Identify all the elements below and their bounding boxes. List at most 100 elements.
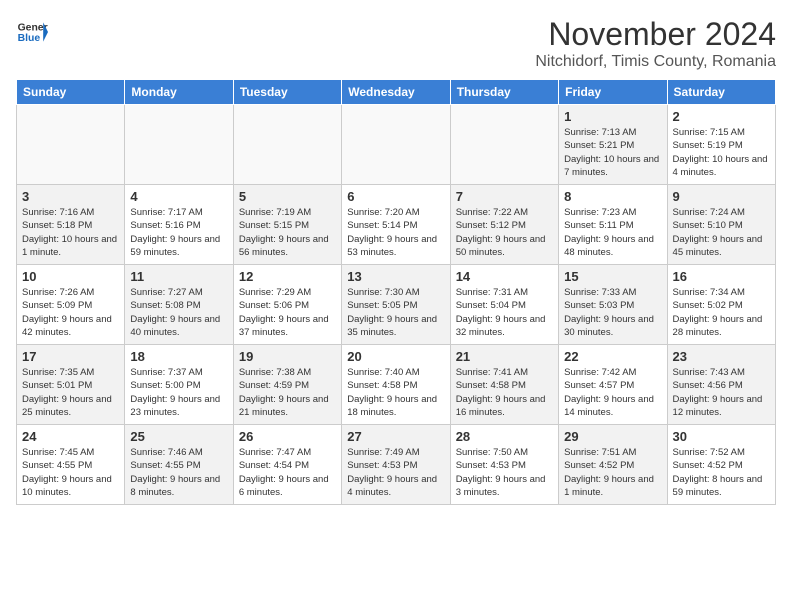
calendar-cell: 30 Sunrise: 7:52 AM Sunset: 4:52 PM Dayli…: [667, 425, 775, 505]
day-number: 12: [239, 269, 336, 284]
day-info: Sunrise: 7:42 AM Sunset: 4:57 PM Dayligh…: [564, 366, 661, 419]
day-number: 21: [456, 349, 553, 364]
calendar-cell: [125, 105, 233, 185]
calendar-cell: [233, 105, 341, 185]
day-info: Sunrise: 7:40 AM Sunset: 4:58 PM Dayligh…: [347, 366, 444, 419]
calendar-week-2: 3Sunrise: 7:16 AM Sunset: 5:18 PM Daylig…: [17, 185, 776, 265]
header-day-sunday: Sunday: [17, 80, 125, 105]
day-number: 24: [22, 429, 119, 444]
day-info: Sunrise: 7:35 AM Sunset: 5:01 PM Dayligh…: [22, 366, 119, 419]
day-info: Sunrise: 7:31 AM Sunset: 5:04 PM Dayligh…: [456, 286, 553, 339]
day-number: 20: [347, 349, 444, 364]
header-day-thursday: Thursday: [450, 80, 558, 105]
calendar-cell: 28Sunrise: 7:50 AM Sunset: 4:53 PM Dayli…: [450, 425, 558, 505]
logo-icon: General Blue: [16, 16, 48, 48]
day-info: Sunrise: 7:17 AM Sunset: 5:16 PM Dayligh…: [130, 206, 227, 259]
location-title: Nitchidorf, Timis County, Romania: [535, 53, 776, 71]
header-day-monday: Monday: [125, 80, 233, 105]
day-number: 26: [239, 429, 336, 444]
calendar-cell: [450, 105, 558, 185]
calendar-cell: 14 Sunrise: 7:31 AM Sunset: 5:04 PM Dayli…: [450, 265, 558, 345]
calendar-cell: 4 Sunrise: 7:17 AM Sunset: 5:16 PM Daylig…: [125, 185, 233, 265]
calendar-cell: 17 Sunrise: 7:35 AM Sunset: 5:01 PM Dayli…: [17, 345, 125, 425]
day-info: Sunrise: 7:33 AM Sunset: 5:03 PM Dayligh…: [564, 286, 661, 339]
day-info: Sunrise: 7:15 AM Sunset: 5:19 PM Dayligh…: [673, 126, 770, 179]
calendar-cell: 6 Sunrise: 7:20 AM Sunset: 5:14 PM Daylig…: [342, 185, 450, 265]
calendar-cell: 15 Sunrise: 7:33 AM Sunset: 5:03 PM Dayli…: [559, 265, 667, 345]
day-info: Sunrise: 7:26 AM Sunset: 5:09 PM Dayligh…: [22, 286, 119, 339]
day-info: Sunrise: 7:13 AM Sunset: 5:21 PM Dayligh…: [564, 126, 661, 179]
calendar-cell: 19Sunrise: 7:38 AM Sunset: 4:59 PM Dayli…: [233, 345, 341, 425]
calendar-cell: 3Sunrise: 7:16 AM Sunset: 5:18 PM Daylig…: [17, 185, 125, 265]
day-number: 7: [456, 189, 553, 204]
day-info: Sunrise: 7:52 AM Sunset: 4:52 PM Dayligh…: [673, 446, 770, 499]
header-day-wednesday: Wednesday: [342, 80, 450, 105]
day-number: 14: [456, 269, 553, 284]
day-info: Sunrise: 7:30 AM Sunset: 5:05 PM Dayligh…: [347, 286, 444, 339]
header: General Blue November 2024 Nitchidorf, T…: [16, 16, 776, 71]
calendar-cell: 29Sunrise: 7:51 AM Sunset: 4:52 PM Dayli…: [559, 425, 667, 505]
header-day-tuesday: Tuesday: [233, 80, 341, 105]
day-info: Sunrise: 7:20 AM Sunset: 5:14 PM Dayligh…: [347, 206, 444, 259]
day-info: Sunrise: 7:38 AM Sunset: 4:59 PM Dayligh…: [239, 366, 336, 419]
calendar-week-5: 24Sunrise: 7:45 AM Sunset: 4:55 PM Dayli…: [17, 425, 776, 505]
month-title: November 2024: [535, 16, 776, 53]
title-area: November 2024 Nitchidorf, Timis County, …: [535, 16, 776, 71]
day-number: 8: [564, 189, 661, 204]
day-info: Sunrise: 7:46 AM Sunset: 4:55 PM Dayligh…: [130, 446, 227, 499]
header-day-saturday: Saturday: [667, 80, 775, 105]
day-info: Sunrise: 7:34 AM Sunset: 5:02 PM Dayligh…: [673, 286, 770, 339]
day-number: 16: [673, 269, 770, 284]
day-info: Sunrise: 7:37 AM Sunset: 5:00 PM Dayligh…: [130, 366, 227, 419]
day-number: 29: [564, 429, 661, 444]
calendar-cell: 11 Sunrise: 7:27 AM Sunset: 5:08 PM Dayli…: [125, 265, 233, 345]
calendar-cell: 12Sunrise: 7:29 AM Sunset: 5:06 PM Dayli…: [233, 265, 341, 345]
calendar-cell: 13 Sunrise: 7:30 AM Sunset: 5:05 PM Dayli…: [342, 265, 450, 345]
day-number: 10: [22, 269, 119, 284]
calendar-cell: 25 Sunrise: 7:46 AM Sunset: 4:55 PM Dayli…: [125, 425, 233, 505]
calendar-cell: 16 Sunrise: 7:34 AM Sunset: 5:02 PM Dayli…: [667, 265, 775, 345]
calendar-cell: 24Sunrise: 7:45 AM Sunset: 4:55 PM Dayli…: [17, 425, 125, 505]
calendar-cell: 23 Sunrise: 7:43 AM Sunset: 4:56 PM Dayli…: [667, 345, 775, 425]
calendar-cell: 10 Sunrise: 7:26 AM Sunset: 5:09 PM Dayli…: [17, 265, 125, 345]
calendar-cell: 7 Sunrise: 7:22 AM Sunset: 5:12 PM Daylig…: [450, 185, 558, 265]
calendar-week-1: 1 Sunrise: 7:13 AM Sunset: 5:21 PM Daylig…: [17, 105, 776, 185]
day-number: 30: [673, 429, 770, 444]
day-number: 15: [564, 269, 661, 284]
calendar-header-row: SundayMondayTuesdayWednesdayThursdayFrid…: [17, 80, 776, 105]
calendar-cell: [342, 105, 450, 185]
day-number: 1: [564, 109, 661, 124]
day-info: Sunrise: 7:27 AM Sunset: 5:08 PM Dayligh…: [130, 286, 227, 339]
calendar-cell: 8 Sunrise: 7:23 AM Sunset: 5:11 PM Daylig…: [559, 185, 667, 265]
day-info: Sunrise: 7:22 AM Sunset: 5:12 PM Dayligh…: [456, 206, 553, 259]
day-number: 22: [564, 349, 661, 364]
day-info: Sunrise: 7:50 AM Sunset: 4:53 PM Dayligh…: [456, 446, 553, 499]
logo: General Blue: [16, 16, 48, 48]
day-number: 3: [22, 189, 119, 204]
day-number: 25: [130, 429, 227, 444]
calendar-cell: 18 Sunrise: 7:37 AM Sunset: 5:00 PM Dayli…: [125, 345, 233, 425]
header-day-friday: Friday: [559, 80, 667, 105]
day-number: 11: [130, 269, 227, 284]
calendar-cell: 26Sunrise: 7:47 AM Sunset: 4:54 PM Dayli…: [233, 425, 341, 505]
calendar-cell: 5Sunrise: 7:19 AM Sunset: 5:15 PM Daylig…: [233, 185, 341, 265]
day-number: 4: [130, 189, 227, 204]
calendar-cell: [17, 105, 125, 185]
day-info: Sunrise: 7:49 AM Sunset: 4:53 PM Dayligh…: [347, 446, 444, 499]
svg-text:Blue: Blue: [18, 33, 41, 44]
calendar-cell: 9Sunrise: 7:24 AM Sunset: 5:10 PM Daylig…: [667, 185, 775, 265]
day-info: Sunrise: 7:41 AM Sunset: 4:58 PM Dayligh…: [456, 366, 553, 419]
calendar-cell: 2Sunrise: 7:15 AM Sunset: 5:19 PM Daylig…: [667, 105, 775, 185]
day-info: Sunrise: 7:23 AM Sunset: 5:11 PM Dayligh…: [564, 206, 661, 259]
day-info: Sunrise: 7:24 AM Sunset: 5:10 PM Dayligh…: [673, 206, 770, 259]
day-number: 6: [347, 189, 444, 204]
calendar-cell: 27Sunrise: 7:49 AM Sunset: 4:53 PM Dayli…: [342, 425, 450, 505]
day-number: 13: [347, 269, 444, 284]
day-number: 18: [130, 349, 227, 364]
day-number: 17: [22, 349, 119, 364]
day-number: 23: [673, 349, 770, 364]
day-info: Sunrise: 7:43 AM Sunset: 4:56 PM Dayligh…: [673, 366, 770, 419]
calendar-table: SundayMondayTuesdayWednesdayThursdayFrid…: [16, 79, 776, 505]
day-info: Sunrise: 7:19 AM Sunset: 5:15 PM Dayligh…: [239, 206, 336, 259]
calendar-cell: 20 Sunrise: 7:40 AM Sunset: 4:58 PM Dayli…: [342, 345, 450, 425]
